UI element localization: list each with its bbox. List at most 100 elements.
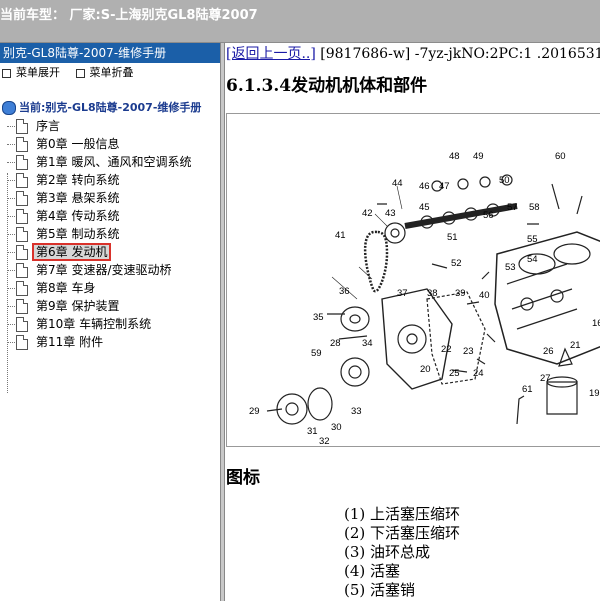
tree-item[interactable]: 序言 — [0, 117, 220, 135]
tree-item[interactable]: 第4章 传动系统 — [0, 207, 220, 225]
tree-connector-dot — [7, 270, 15, 271]
engine-block-diagram: 48 49 60 46 47 50 44 45 58 57 56 42 43 41 51 55 54 52 53 36… — [226, 113, 600, 447]
exploded-view-drawing: 48 49 60 46 47 50 44 45 58 57 56 42 43 41 51 55 54 52 53 36… — [249, 151, 600, 446]
tree-item-label: 第5章 制动系统 — [36, 227, 120, 241]
tree-root[interactable]: 当前:别克-GL8陆尊-2007-维修手册 — [0, 99, 220, 117]
callout-number: 47 — [439, 181, 450, 192]
callout-number: 34 — [362, 338, 373, 349]
callout-number: 22 — [441, 344, 452, 355]
tree-connector-dot — [7, 288, 15, 289]
tree-toolbar: 菜单展开 菜单折叠 — [0, 63, 220, 83]
callout-number: 30 — [331, 422, 342, 433]
callout-number: 32 — [319, 436, 330, 446]
callout-number: 46 — [419, 181, 430, 192]
callout-number: 59 — [311, 348, 322, 359]
callout-number: 19 — [589, 388, 600, 399]
navigation-panel: 别克-GL8陆尊-2007-维修手册 菜单展开 菜单折叠 当前:别克-GL8陆尊… — [0, 43, 220, 601]
tree-connector-dot — [7, 126, 15, 127]
tree-item[interactable]: 第11章 附件 — [0, 333, 220, 351]
callout-number: 21 — [570, 340, 581, 351]
part-item: (4) 活塞 — [344, 562, 401, 580]
tree-item-label: 序言 — [36, 119, 61, 133]
tree-item[interactable]: 第7章 变速器/变速驱动桥 — [0, 261, 220, 279]
tree-item-label: 第4章 传动系统 — [36, 209, 120, 223]
back-link[interactable]: [返回上一页..] — [226, 46, 316, 62]
document-icon — [16, 281, 28, 296]
callout-number: 56 — [483, 210, 494, 221]
expand-menu-button[interactable]: 菜单展开 — [2, 66, 60, 79]
callout-number: 50 — [499, 175, 510, 186]
collapse-menu-label: 菜单折叠 — [89, 66, 134, 79]
callout-number: 48 — [449, 151, 460, 162]
tree-item[interactable]: 第2章 转向系统 — [0, 171, 220, 189]
part-item: (3) 油环总成 — [344, 543, 431, 561]
tree-connector-dot — [7, 234, 15, 235]
tree-item-label: 第2章 转向系统 — [36, 173, 120, 187]
vehicle-model-title: 当前车型： 厂家:S-上海别克GL8陆尊2007 — [0, 8, 258, 23]
document-icon — [16, 155, 28, 170]
collapse-menu-button[interactable]: 菜单折叠 — [75, 66, 134, 79]
callout-number: 25 — [449, 368, 460, 379]
document-icon — [16, 245, 28, 260]
callout-number: 39 — [455, 288, 466, 299]
tree-item[interactable]: 第9章 保护装置 — [0, 297, 220, 315]
tree-connector-dot — [7, 216, 15, 217]
tree-item-label: 第8章 车身 — [36, 281, 96, 295]
tree-item-label: 第3章 悬架系统 — [36, 191, 120, 205]
nav-line: [返回上一页..] [9817686-w] -7yz-jkNO:2PC:1 .2… — [226, 43, 600, 63]
tree-item-label: 第9章 保护装置 — [36, 299, 120, 313]
callout-number: 36 — [339, 286, 350, 297]
document-icon — [16, 191, 28, 206]
tree-connector-dot — [7, 306, 15, 307]
section-heading: 6.1.3.4发动机机体和部件 — [226, 76, 428, 96]
document-icon — [16, 119, 28, 134]
callout-number: 41 — [335, 230, 346, 241]
chapter-list: 序言第0章 一般信息第1章 暖风、通风和空调系统 第2章 转向系统 第3章 悬架系统… — [0, 117, 220, 351]
tree-connector-dot — [7, 162, 15, 163]
tree-connector-dot — [7, 324, 15, 325]
callout-number: 31 — [307, 426, 318, 437]
part-item: (1) 上活塞压缩环 — [344, 505, 461, 523]
document-icon — [16, 227, 28, 242]
tree-item-label: 第10章 车辆控制系统 — [36, 317, 152, 331]
callout-number: 28 — [330, 338, 341, 349]
callout-number: 61 — [522, 384, 533, 395]
title-bar: 当前车型： 厂家:S-上海别克GL8陆尊2007 — [0, 0, 600, 43]
tree-connector-dot — [7, 198, 15, 199]
tree-item[interactable]: 第10章 车辆控制系统 — [0, 315, 220, 333]
parts-list: (1) 上活塞压缩环 (2) 下活塞压缩环 (3) 油环总成 (4) 活塞 (5) 活塞… — [344, 505, 460, 600]
legend-title: 图标 — [226, 468, 260, 488]
tree-item[interactable]: 第3章 悬架系统 — [0, 189, 220, 207]
callout-number: 23 — [463, 346, 474, 357]
tree-item[interactable]: 第1章 暖风、通风和空调系统 — [0, 153, 220, 171]
callout-number: 52 — [451, 258, 462, 269]
content-panel: [返回上一页..] [9817686-w] -7yz-jkNO:2PC:1 .2… — [225, 43, 600, 601]
tree-connector-dot — [7, 180, 15, 181]
callout-number: 40 — [479, 290, 490, 301]
document-icon — [16, 173, 28, 188]
tree-item-label: 第7章 变速器/变速驱动桥 — [36, 263, 172, 277]
tree-item[interactable]: 第5章 制动系统 — [0, 225, 220, 243]
tree-connector-dot — [7, 252, 15, 253]
tree-item[interactable]: 第8章 车身 — [0, 279, 220, 297]
callout-number: 58 — [529, 202, 540, 213]
manual-title-bar: 别克-GL8陆尊-2007-维修手册 — [0, 43, 220, 63]
document-icon — [16, 137, 28, 152]
callout-number: 57 — [507, 202, 518, 213]
expand-menu-label: 菜单展开 — [16, 66, 60, 79]
document-info: [9817686-w] -7yz-jkNO:2PC:1 .20165311 — [315, 46, 600, 62]
callout-number: 20 — [420, 364, 431, 375]
tree-item-label: 第1章 暖风、通风和空调系统 — [36, 155, 192, 169]
callout-number: 38 — [427, 288, 438, 299]
document-icon — [16, 299, 28, 314]
document-icon — [16, 263, 28, 278]
document-icon — [16, 209, 28, 224]
callout-number: 29 — [249, 406, 260, 417]
tree-item[interactable]: 第6章 发动机 — [0, 243, 220, 261]
tree-connector-dot — [7, 144, 15, 145]
tree-item[interactable]: 第0章 一般信息 — [0, 135, 220, 153]
callout-number: 45 — [419, 202, 430, 213]
callout-number: 53 — [505, 262, 516, 273]
globe-icon — [2, 101, 16, 115]
tree-item-label: 第0章 一般信息 — [36, 137, 120, 151]
